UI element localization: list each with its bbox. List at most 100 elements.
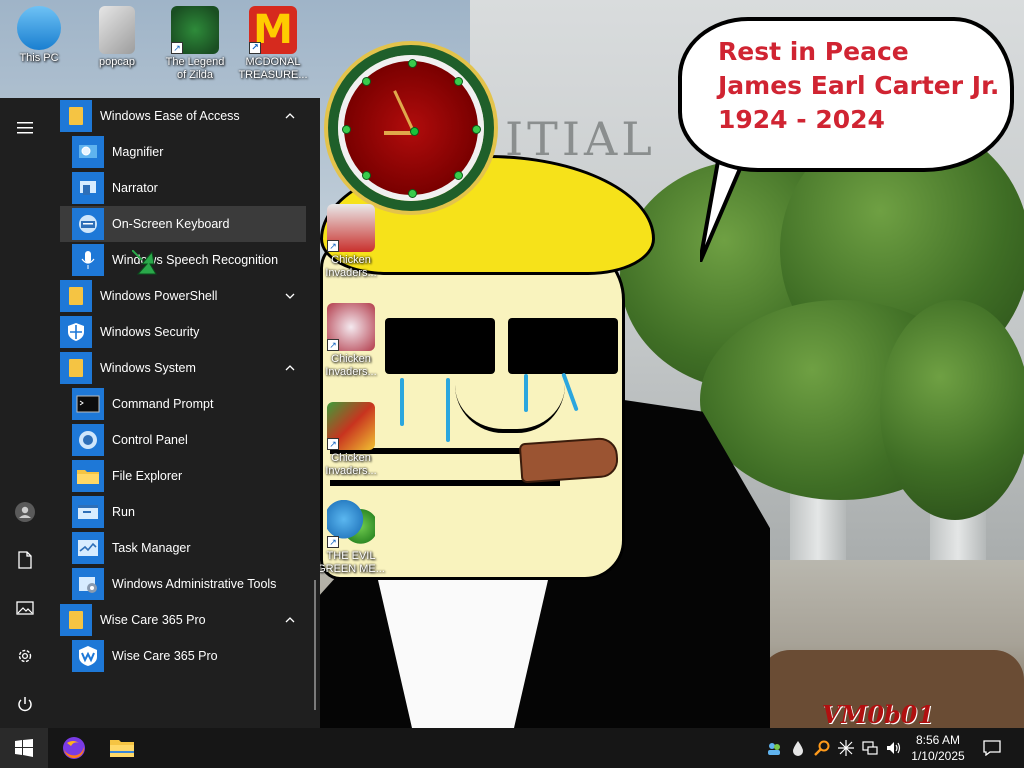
- desktop-icon-label-line2: Invaders...: [325, 465, 377, 477]
- action-center-button[interactable]: [970, 728, 1014, 768]
- shortcut-arrow-icon: ↗: [327, 240, 339, 252]
- desktop-icon-label-line2: Invaders...: [325, 366, 377, 378]
- folder-icon: [60, 100, 92, 132]
- windows-start-icon: [15, 739, 33, 757]
- popcap-icon: [99, 6, 135, 54]
- app-windows-administrative-tools[interactable]: Windows Administrative Tools: [60, 566, 306, 602]
- sparkle-icon[interactable]: [838, 740, 854, 756]
- desktop-icon-label-line2: GREEN ME...: [317, 563, 385, 575]
- folder-windows-ease-of-access[interactable]: Windows Ease of Access: [60, 98, 306, 134]
- cmd-icon: [72, 388, 104, 420]
- folder-wise-care-365-pro[interactable]: Wise Care 365 Pro: [60, 602, 306, 638]
- desktop-icon-chicken-invaders-2[interactable]: ↗ Chicken Invaders...: [312, 303, 390, 379]
- user-avatar-icon: [15, 502, 35, 522]
- wallpaper-signature-watermark: VM0b01: [822, 700, 935, 728]
- app-label: File Explorer: [112, 469, 183, 483]
- clock-marker: [454, 77, 463, 86]
- control-panel-icon: [72, 424, 104, 456]
- settings-icon: [18, 649, 32, 663]
- documents-button[interactable]: [0, 538, 50, 582]
- desktop-icon-chicken-invaders-1[interactable]: ↗ Chicken Invaders...: [312, 204, 390, 280]
- clock-marker: [454, 171, 463, 180]
- app-control-panel[interactable]: Control Panel: [60, 422, 306, 458]
- folder-windows-system[interactable]: Windows System: [60, 350, 306, 386]
- taskbar-file-explorer-button[interactable]: [98, 728, 146, 768]
- pictures-button[interactable]: [0, 586, 50, 630]
- app-windows-security[interactable]: Windows Security: [60, 314, 306, 350]
- power-icon: [18, 697, 32, 712]
- desktop-icon-label-line2: Invaders...: [325, 267, 377, 279]
- clock-marker: [342, 125, 351, 134]
- app-magnifier[interactable]: Magnifier: [60, 134, 306, 170]
- desktop-icon-the-legend-of-zilda[interactable]: ↗ The Legend of Zilda: [156, 6, 234, 82]
- desktop-icon-popcap[interactable]: popcap: [78, 6, 156, 69]
- speech-bubble-line3: 1924 - 2024: [718, 105, 885, 134]
- wise-care-icon: [72, 640, 104, 672]
- desktop-icon-label: popcap: [98, 56, 136, 68]
- app-file-explorer[interactable]: File Explorer: [60, 458, 306, 494]
- shield-icon: [60, 316, 92, 348]
- desktop-icon-the-evil-green-me[interactable]: ↗ THE EVIL GREEN ME...: [312, 500, 390, 576]
- app-task-manager[interactable]: Task Manager: [60, 530, 306, 566]
- start-menu-rail: [0, 98, 50, 728]
- character-tear: [400, 378, 404, 426]
- desktop-icon-label: This PC: [19, 52, 59, 64]
- folder-icon: [60, 352, 92, 384]
- app-run[interactable]: Run: [60, 494, 306, 530]
- app-on-screen-keyboard[interactable]: On-Screen Keyboard: [60, 206, 306, 242]
- clock-marker: [472, 125, 481, 134]
- desktop-icon-this-pc[interactable]: This PC: [0, 6, 78, 65]
- zilda-game-icon: ↗: [171, 6, 219, 54]
- app-narrator[interactable]: Narrator: [60, 170, 306, 206]
- search-magnifier-icon[interactable]: [814, 740, 830, 756]
- clock-marker: [408, 189, 417, 198]
- folder-windows-powershell[interactable]: Windows PowerShell: [60, 278, 306, 314]
- desktop-clock-gadget[interactable]: [338, 55, 484, 201]
- app-command-prompt[interactable]: Command Prompt: [60, 386, 306, 422]
- desktop-icon-mcdonal-treasure[interactable]: M ↗ MCDONAL TREASURE...: [234, 6, 312, 82]
- user-account-button[interactable]: [0, 490, 50, 534]
- shortcut-arrow-icon: ↗: [327, 438, 339, 450]
- people-icon[interactable]: [766, 740, 782, 756]
- desktop-icon-label-line2: TREASURE...: [238, 69, 308, 81]
- narrator-icon: [72, 172, 104, 204]
- firefox-icon: [63, 737, 85, 759]
- desktop-icon-chicken-invaders-3[interactable]: ↗ Chicken Invaders...: [312, 402, 390, 478]
- app-label: Magnifier: [112, 145, 164, 159]
- character-cigar: [518, 436, 620, 484]
- admin-tools-icon: [72, 568, 104, 600]
- app-wise-care-365-pro[interactable]: Wise Care 365 Pro: [60, 638, 306, 674]
- clock-center: [410, 127, 419, 136]
- volume-icon[interactable]: [886, 740, 902, 756]
- desktop-icon-label: Chicken: [331, 254, 371, 266]
- app-windows-speech-recognition[interactable]: Windows Speech Recognition: [60, 242, 306, 278]
- app-label: Wise Care 365 Pro: [112, 649, 218, 663]
- folder-icon: [60, 604, 92, 636]
- settings-button[interactable]: [0, 634, 50, 678]
- desktop-icon-label: Chicken: [331, 452, 371, 464]
- character-tear: [446, 378, 450, 442]
- start-menu-app-list[interactable]: Windows Ease of Access Magnifier Narrato…: [50, 98, 312, 728]
- network-icon[interactable]: [862, 740, 878, 756]
- chicken-invaders-icon: ↗: [327, 402, 375, 450]
- mcdonalds-logo-icon: M ↗: [249, 6, 297, 54]
- start-button[interactable]: [0, 728, 48, 768]
- taskbar-firefox-button[interactable]: [50, 728, 98, 768]
- app-label: Control Panel: [112, 433, 188, 447]
- desktop-icon-label-line2: of Zilda: [176, 69, 214, 81]
- taskbar-clock[interactable]: 8:56 AM 1/10/2025: [908, 732, 968, 764]
- expand-menu-button[interactable]: [0, 106, 50, 150]
- clock-marker: [408, 59, 417, 68]
- droplet-icon[interactable]: [790, 740, 806, 756]
- shortcut-arrow-icon: ↗: [171, 42, 183, 54]
- power-button[interactable]: [0, 682, 50, 726]
- desktop-icon-label: MCDONAL: [245, 56, 301, 68]
- speech-bubble: Rest in Peace James Earl Carter Jr. 1924…: [678, 17, 1014, 172]
- taskbar-time: 8:56 AM: [915, 733, 961, 747]
- app-label: Task Manager: [112, 541, 191, 555]
- start-menu-scrollbar[interactable]: [314, 580, 316, 710]
- file-explorer-folder-icon: [72, 460, 104, 492]
- keyboard-icon: [72, 208, 104, 240]
- chevron-up-icon: [285, 617, 295, 623]
- app-label: Windows PowerShell: [100, 289, 218, 303]
